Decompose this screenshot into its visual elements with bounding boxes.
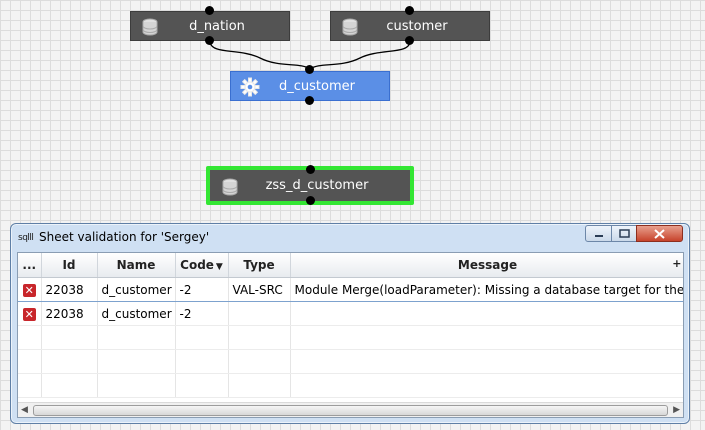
column-header-code[interactable]: Code ▼ (175, 253, 229, 278)
cell-code: -2 (175, 301, 229, 326)
cell-id: 22038 (41, 301, 98, 326)
add-column-button[interactable]: + (672, 257, 681, 270)
close-button[interactable] (636, 225, 683, 242)
output-port[interactable] (306, 196, 315, 205)
edge-customer-to-dcustomer (309, 40, 411, 70)
column-label: Id (62, 258, 76, 272)
status-cell: ✕ (18, 277, 42, 302)
column-header-id[interactable]: Id (41, 253, 98, 278)
cell-message: Module Merge(loadParameter): Missing a d… (290, 277, 683, 302)
output-port[interactable] (205, 36, 214, 45)
maximize-icon (618, 229, 630, 238)
output-port[interactable] (305, 96, 314, 105)
column-header-more[interactable]: ... (18, 253, 42, 278)
gear-icon (240, 77, 260, 97)
output-port[interactable] (405, 36, 414, 45)
cell-type: VAL-SRC (228, 277, 291, 302)
scroll-left-icon[interactable]: ◀ (21, 403, 28, 417)
scroll-thumb[interactable] (33, 405, 668, 416)
database-icon (342, 18, 358, 36)
input-port[interactable] (405, 6, 414, 15)
empty-row (18, 373, 683, 398)
input-port[interactable] (305, 65, 314, 74)
input-port[interactable] (205, 6, 214, 15)
minimize-button[interactable] (585, 225, 612, 242)
cell-name: d_customer (97, 301, 176, 326)
minimize-icon (594, 234, 603, 237)
column-header-message[interactable]: Message + (290, 253, 683, 278)
scroll-right-icon[interactable]: ▶ (673, 403, 680, 417)
dialog-titlebar[interactable]: sqlll Sheet validation for 'Sergey' (11, 224, 689, 250)
cell-code: -2 (175, 277, 229, 302)
empty-row (18, 325, 683, 350)
error-icon: ✕ (22, 307, 36, 321)
cell-type (228, 301, 291, 326)
cell-id: 22038 (41, 277, 98, 302)
table-header: ... Id Name Code ▼ Type Message + (18, 253, 683, 278)
input-port[interactable] (306, 165, 315, 174)
dialog-title: Sheet validation for 'Sergey' (39, 230, 210, 244)
horizontal-scrollbar[interactable]: ◀ ▶ (18, 402, 683, 417)
validation-table[interactable]: ... Id Name Code ▼ Type Message + ✕ 22038 … (17, 252, 684, 418)
close-icon (654, 228, 665, 239)
edge-nation-to-customer (209, 40, 311, 70)
node-label: zss_d_customer (265, 178, 369, 193)
column-label: Name (116, 258, 156, 272)
table-row[interactable]: ✕ 22038 d_customer -2 (18, 301, 683, 326)
error-icon: ✕ (22, 283, 36, 297)
maximize-button[interactable] (611, 225, 637, 242)
database-icon (222, 178, 238, 196)
column-label: Message (457, 258, 518, 272)
database-icon (142, 18, 158, 36)
app-icon: sqlll (18, 233, 34, 243)
validation-dialog[interactable]: sqlll Sheet validation for 'Sergey' ... … (10, 223, 690, 424)
cell-message (290, 301, 683, 326)
column-header-type[interactable]: Type (228, 253, 291, 278)
cell-name: d_customer (97, 277, 176, 302)
column-label: ... (22, 258, 37, 272)
column-label: Code (180, 258, 214, 272)
column-label: Type (243, 258, 275, 272)
empty-row (18, 349, 683, 374)
column-header-name[interactable]: Name (97, 253, 176, 278)
table-row[interactable]: ✕ 22038 d_customer -2 VAL-SRC Module Mer… (18, 277, 683, 302)
sort-down-icon: ▼ (215, 262, 223, 272)
status-cell: ✕ (18, 301, 42, 326)
